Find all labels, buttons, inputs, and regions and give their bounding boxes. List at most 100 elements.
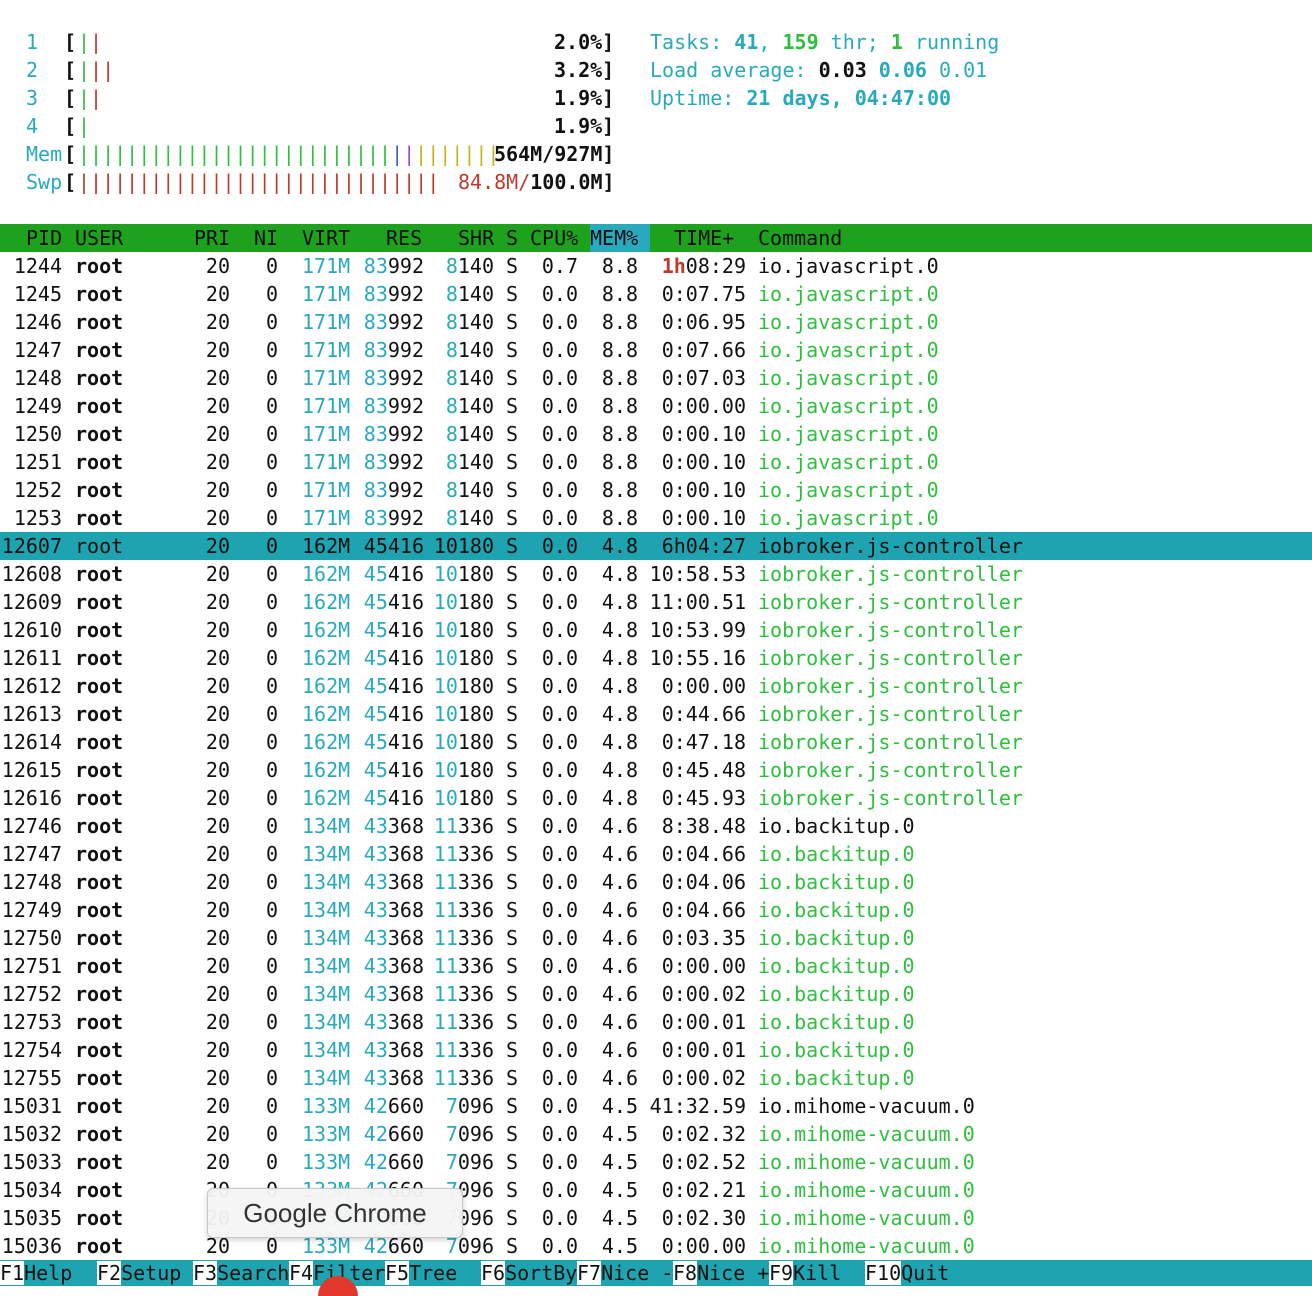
column-header-res[interactable]: RES [386, 224, 422, 252]
shr-cell: 10180 [432, 672, 494, 700]
res-kilo-part: 992 [387, 310, 424, 334]
column-header-cpu[interactable]: CPU% [530, 224, 578, 252]
user-cell: root [75, 282, 124, 306]
process-row[interactable]: 12746 root 20 0 134M 43368 11336 S 0.0 4.6 8:38.48… [0, 812, 1312, 840]
process-row[interactable]: 15036 root 20 0 133M 42660 7096 S 0.0 4.5 0:00.00 i… [0, 1232, 1312, 1260]
priority-cell: 20 [205, 1038, 230, 1062]
time-cell: 0:02.32 [648, 1120, 746, 1148]
column-header-pid[interactable]: PID [26, 224, 62, 252]
process-row[interactable]: 12612 root 20 0 162M 45416 10180 S 0.0 4.8 0:00.00… [0, 672, 1312, 700]
time-rest-part: 0:06.95 [661, 310, 746, 334]
virt-cell: 134M [302, 1038, 351, 1062]
shr-cell: 10180 [432, 644, 494, 672]
res-cell: 43368 [362, 1036, 424, 1064]
res-kilo-part: 368 [387, 1010, 424, 1034]
column-header-ni[interactable]: NI [254, 224, 278, 252]
virt-cell: 162M [302, 674, 351, 698]
res-cell: 83992 [362, 252, 424, 280]
process-row[interactable]: 12616 root 20 0 162M 45416 10180 S 0.0 4.8 0:45.93… [0, 784, 1312, 812]
cpu-meter-value: 1.9%] [554, 114, 615, 138]
shr-mega-part: 11 [433, 982, 458, 1006]
column-header-state[interactable]: S [506, 224, 518, 252]
column-header-user[interactable]: USER [75, 224, 123, 252]
time-rest-part: 10:53.99 [649, 618, 746, 642]
process-row[interactable]: 12755 root 20 0 134M 43368 11336 S 0.0 4.6 0:00.02… [0, 1064, 1312, 1092]
pid-cell: 12612 [1, 674, 62, 698]
process-row[interactable]: 1251 root 20 0 171M 83992 8140 S 0.0 8.8 0:00.10 io… [0, 448, 1312, 476]
function-key-f1[interactable]: F1Help [0, 1260, 96, 1286]
column-header-virt[interactable]: VIRT [302, 224, 350, 252]
process-row[interactable]: 1246 root 20 0 171M 83992 8140 S 0.0 8.8 0:06.95 io… [0, 308, 1312, 336]
function-key-f8[interactable]: F8Nice + [673, 1260, 769, 1286]
memory-meter-bar: ||||||||||||||||||||||||||||||||||| [78, 140, 499, 168]
process-row[interactable]: 1249 root 20 0 171M 83992 8140 S 0.0 8.8 0:00.00 io… [0, 392, 1312, 420]
column-header-time[interactable]: TIME+ [674, 224, 734, 252]
process-row[interactable]: 12608 root 20 0 162M 45416 10180 S 0.0 4.8 10:58.5… [0, 560, 1312, 588]
priority-cell: 20 [205, 674, 230, 698]
function-key-f10[interactable]: F10Quit [865, 1260, 949, 1286]
process-row[interactable]: 1247 root 20 0 171M 83992 8140 S 0.0 8.8 0:07.66 io… [0, 336, 1312, 364]
column-header-pri[interactable]: PRI [194, 224, 230, 252]
virt-cell: 171M [302, 422, 351, 446]
nice-cell: 0 [265, 730, 278, 754]
function-key-f2[interactable]: F2Setup [97, 1260, 193, 1286]
res-kilo-part: 416 [387, 618, 424, 642]
process-row[interactable]: 15031 root 20 0 133M 42660 7096 S 0.0 4.5 41:32.59… [0, 1092, 1312, 1120]
process-row[interactable]: 15034root200133M426607096S0.04.50:02.21i… [0, 1176, 1312, 1204]
process-row[interactable]: 12754 root 20 0 134M 43368 11336 S 0.0 4.6 0:00.01… [0, 1036, 1312, 1064]
column-header-shr[interactable]: SHR [458, 224, 494, 252]
process-row[interactable]: 1250 root 20 0 171M 83992 8140 S 0.0 8.8 0:00.10 io… [0, 420, 1312, 448]
process-row[interactable]: 12609 root 20 0 162M 45416 10180 S 0.0 4.8 11:00.5… [0, 588, 1312, 616]
process-row[interactable]: 15035root200133M426607096S0.04.50:02.30i… [0, 1204, 1312, 1232]
shr-kilo-part: 180 [457, 674, 494, 698]
process-row[interactable]: 15033 root 20 0 133M 42660 7096 S 0.0 4.5 0:02.52 i… [0, 1148, 1312, 1176]
shr-mega-part: 8 [445, 254, 458, 278]
priority-cell: 20 [205, 590, 230, 614]
process-row[interactable]: 15032 root 20 0 133M 42660 7096 S 0.0 4.5 0:02.32 i… [0, 1120, 1312, 1148]
function-key-f3[interactable]: F3Search [193, 1260, 289, 1286]
cpu-cell: 0.0 [541, 758, 578, 782]
process-row[interactable]: 1252 root 20 0 171M 83992 8140 S 0.0 8.8 0:00.10 io… [0, 476, 1312, 504]
meter-bar-segment: | [78, 58, 91, 82]
function-key-f9[interactable]: F9Kill [769, 1260, 865, 1286]
process-row[interactable]: 12614 root 20 0 162M 45416 10180 S 0.0 4.8 0:47.18… [0, 728, 1312, 756]
process-row[interactable]: 12611 root 20 0 162M 45416 10180 S 0.0 4.8 10:55.1… [0, 644, 1312, 672]
process-row[interactable]: 1244 root 20 0 171M 83992 8140 S 0.7 8.8 1h08:29 io… [0, 252, 1312, 280]
function-key-f7[interactable]: F7Nice - [577, 1260, 673, 1286]
function-key-f6[interactable]: F6SortBy [481, 1260, 577, 1286]
shr-kilo-part: 180 [457, 646, 494, 670]
process-row[interactable]: 12747 root 20 0 134M 43368 11336 S 0.0 4.6 0:04.66… [0, 840, 1312, 868]
process-row[interactable]: 1245 root 20 0 171M 83992 8140 S 0.0 8.8 0:07.75 io… [0, 280, 1312, 308]
process-row[interactable]: 1248 root 20 0 171M 83992 8140 S 0.0 8.8 0:07.03 io… [0, 364, 1312, 392]
function-key-f5[interactable]: F5Tree [385, 1260, 481, 1286]
process-row[interactable]: 12607 root 20 0 162M 45416 10180 S 0.0 4.8 6h04:27… [0, 532, 1312, 560]
time-rest-part: 6h04:27 [661, 534, 746, 558]
shr-mega-part: 11 [433, 1010, 458, 1034]
process-row[interactable]: 12613 root 20 0 162M 45416 10180 S 0.0 4.8 0:44.66… [0, 700, 1312, 728]
mem-cell: 8.8 [601, 422, 638, 446]
function-key-label: Nice - [601, 1261, 674, 1285]
process-row[interactable]: 12753 root 20 0 134M 43368 11336 S 0.0 4.6 0:00.01… [0, 1008, 1312, 1036]
shr-mega-part: 8 [445, 422, 458, 446]
process-row[interactable]: 12748 root 20 0 134M 43368 11336 S 0.0 4.6 0:04.06… [0, 868, 1312, 896]
process-row[interactable]: 12615 root 20 0 162M 45416 10180 S 0.0 4.8 0:45.48… [0, 756, 1312, 784]
shr-mega-part: 11 [433, 870, 458, 894]
mem-cell: 8.8 [601, 478, 638, 502]
process-row[interactable]: 12751 root 20 0 134M 43368 11336 S 0.0 4.6 0:00.00… [0, 952, 1312, 980]
priority-cell: 20 [205, 1010, 230, 1034]
user-cell: root [75, 954, 124, 978]
mem-buffer-segment: | [391, 142, 404, 166]
process-row[interactable]: 12752 root 20 0 134M 43368 11336 S 0.0 4.6 0:00.02… [0, 980, 1312, 1008]
column-header-mem[interactable]: MEM% [590, 224, 650, 252]
cpu-cell: 0.0 [541, 646, 578, 670]
virt-cell: 171M [302, 478, 351, 502]
process-row[interactable]: 12610 root 20 0 162M 45416 10180 S 0.0 4.8 10:53.9… [0, 616, 1312, 644]
process-row[interactable]: 1253 root 20 0 171M 83992 8140 S 0.0 8.8 0:00.10 io… [0, 504, 1312, 532]
nice-cell: 0 [265, 506, 278, 530]
process-row[interactable]: 12750 root 20 0 134M 43368 11336 S 0.0 4.6 0:03.35… [0, 924, 1312, 952]
nice-cell: 0 [265, 422, 278, 446]
process-row[interactable]: 12749 root 20 0 134M 43368 11336 S 0.0 4.6 0:04.66… [0, 896, 1312, 924]
column-header-command[interactable]: Command [758, 224, 842, 252]
shr-kilo-part: 180 [457, 786, 494, 810]
res-mega-part: 45 [363, 758, 388, 782]
